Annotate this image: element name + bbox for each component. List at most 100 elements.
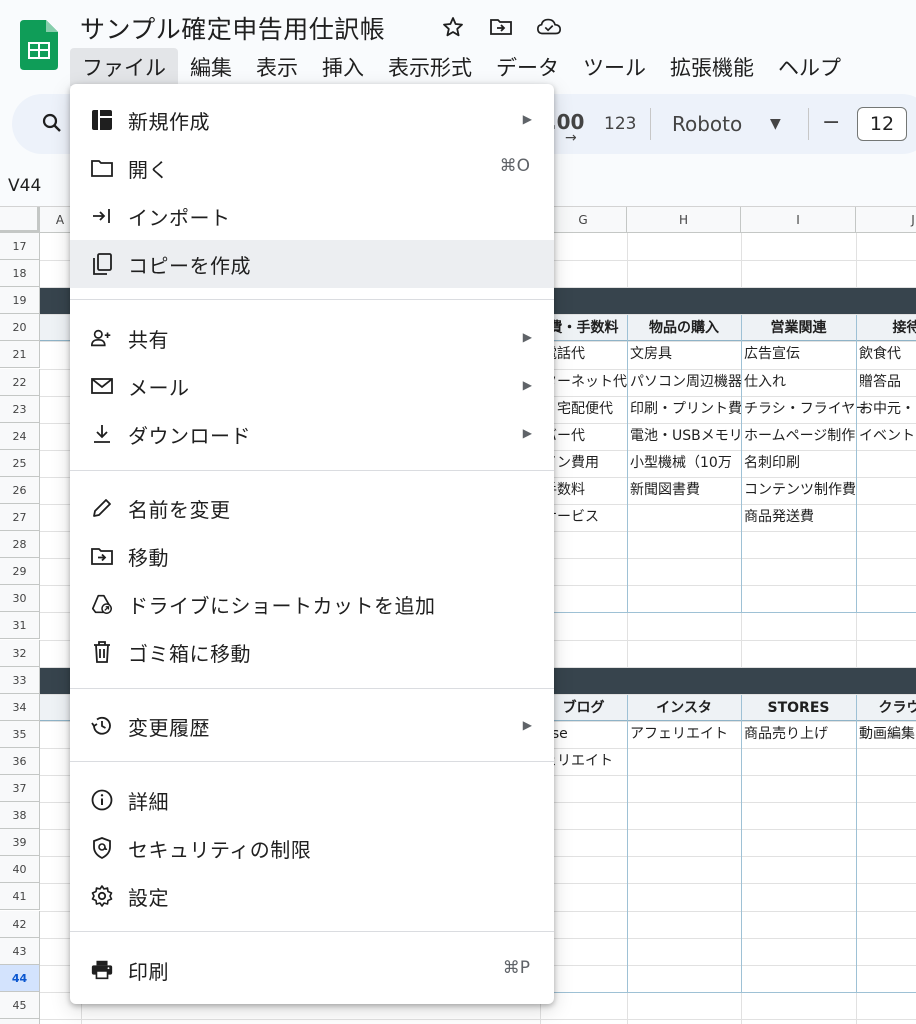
row-header[interactable]: 25 — [0, 449, 40, 477]
category-header-cell[interactable]: 物品の購入 — [627, 315, 741, 341]
row-header[interactable]: 21 — [0, 341, 40, 369]
category-header-cell[interactable]: STORES — [741, 695, 856, 721]
menu-item-move[interactable]: 移動 — [70, 532, 554, 580]
menu-extensions[interactable]: 拡張機能 — [658, 48, 766, 86]
submenu-arrow-icon: ▶ — [522, 330, 532, 344]
menu-item-rename[interactable]: 名前を変更 — [70, 484, 554, 532]
sheet-cell[interactable]: ホームページ制作 — [741, 423, 869, 450]
row-header[interactable]: 32 — [0, 639, 40, 667]
row-header[interactable]: 18 — [0, 260, 40, 288]
move-to-folder-icon[interactable] — [488, 14, 514, 40]
sheet-cell[interactable]: 飲食代 — [856, 341, 916, 368]
menu-item-import[interactable]: インポート — [70, 192, 554, 240]
menu-format[interactable]: 表示形式 — [376, 48, 484, 86]
sheet-cell[interactable]: 仕入れ — [741, 369, 856, 396]
name-box[interactable]: V44 — [8, 176, 41, 196]
menu-data[interactable]: データ — [484, 48, 571, 86]
row-header[interactable]: 22 — [0, 368, 40, 396]
menu-item-share[interactable]: 共有 ▶ — [70, 314, 554, 362]
menu-item-open[interactable]: 開く ⌘O — [70, 144, 554, 192]
menu-file[interactable]: ファイル — [70, 48, 178, 86]
sheet-cell[interactable]: お中元・ — [856, 396, 916, 423]
row-header[interactable]: 41 — [0, 883, 40, 911]
font-family-select[interactable]: Roboto — [672, 112, 742, 136]
more-formats-button[interactable]: 123 — [604, 114, 636, 134]
category-header-cell[interactable]: 営業関連 — [741, 315, 856, 341]
row-header[interactable]: 27 — [0, 504, 40, 531]
sheet-cell[interactable]: 商品売り上げ — [741, 721, 856, 748]
row-header[interactable]: 34 — [0, 693, 40, 721]
menu-item-settings[interactable]: 設定 — [70, 872, 554, 920]
category-header-cell[interactable]: インスタ — [627, 695, 741, 721]
document-title[interactable]: サンプル確定申告用仕訳帳 — [80, 10, 385, 46]
menu-item-label: インポート — [128, 206, 231, 230]
sheet-cell[interactable]: 小型機械（10万 — [627, 450, 741, 477]
sheets-logo-icon[interactable] — [20, 20, 58, 70]
sheet-cell[interactable]: 電池・USBメモリ — [627, 423, 741, 450]
sheet-cell[interactable]: 広告宣伝 — [741, 341, 856, 368]
font-size-input[interactable]: 12 — [857, 107, 907, 141]
row-header[interactable]: 40 — [0, 856, 40, 884]
sheet-cell[interactable]: 名刺印刷 — [741, 450, 856, 477]
row-header[interactable]: 26 — [0, 476, 40, 504]
row-header[interactable]: 20 — [0, 314, 40, 342]
sheet-cell[interactable]: 動画編集 — [856, 721, 916, 748]
menu-item-move-to-trash[interactable]: ゴミ箱に移動 — [70, 628, 554, 676]
sheet-cell[interactable]: チラシ・フライヤー — [741, 396, 869, 423]
column-header-j[interactable]: J — [856, 207, 916, 233]
row-header[interactable]: 24 — [0, 422, 40, 450]
menu-item-details[interactable]: 詳細 — [70, 776, 554, 824]
menu-item-add-drive-shortcut[interactable]: ドライブにショートカットを追加 — [70, 580, 554, 628]
select-all-corner[interactable] — [0, 207, 40, 233]
category-header-cell[interactable]: 接待交 — [856, 315, 916, 341]
row-header[interactable]: 29 — [0, 558, 40, 586]
menu-item-security-limitations[interactable]: セキュリティの制限 — [70, 824, 554, 872]
row-header[interactable]: 23 — [0, 395, 40, 423]
star-icon[interactable] — [440, 14, 466, 40]
row-header[interactable]: 17 — [0, 233, 40, 260]
menu-edit[interactable]: 編集 — [178, 48, 244, 86]
row-header[interactable]: 45 — [0, 991, 40, 1019]
menu-help[interactable]: ヘルプ — [766, 48, 853, 86]
category-header-cell[interactable]: クラウドワ — [856, 695, 916, 721]
caret-down-icon[interactable]: ▼ — [770, 116, 781, 132]
column-header-i[interactable]: I — [741, 207, 856, 233]
row-header[interactable]: 39 — [0, 829, 40, 857]
row-header[interactable]: 37 — [0, 775, 40, 802]
row-header[interactable]: 19 — [0, 287, 40, 315]
decrease-font-size-button[interactable]: − — [822, 110, 840, 135]
menu-insert[interactable]: 挿入 — [310, 48, 376, 86]
row-header[interactable]: 38 — [0, 802, 40, 830]
menu-tools[interactable]: ツール — [571, 48, 658, 86]
row-header[interactable]: 42 — [0, 910, 40, 938]
row-header[interactable]: 31 — [0, 612, 40, 640]
row-header[interactable]: 30 — [0, 585, 40, 613]
menu-item-version-history[interactable]: 変更履歴 ▶ — [70, 702, 554, 750]
cloud-saved-icon[interactable] — [536, 14, 562, 40]
sheet-cell[interactable]: 商品発送費 — [741, 504, 856, 531]
sheet-cell[interactable]: アフェリエイト — [627, 721, 741, 748]
cell-border — [741, 694, 742, 992]
menu-item-download[interactable]: ダウンロード ▶ — [70, 410, 554, 458]
menu-item-make-copy[interactable]: コピーを作成 — [70, 240, 554, 288]
sheet-cell[interactable]: 文房具 — [627, 341, 741, 368]
sheet-cell[interactable]: 贈答品 — [856, 369, 916, 396]
sheet-cell[interactable]: イベント — [856, 423, 916, 450]
row-header[interactable]: 36 — [0, 747, 40, 775]
row-header[interactable]: 43 — [0, 937, 40, 965]
sheet-cell[interactable]: 印刷・プリント費 — [627, 396, 741, 423]
menu-item-new[interactable]: 新規作成 ▶ — [70, 96, 554, 144]
sheet-cell[interactable]: パソコン周辺機器 — [627, 369, 741, 396]
row-header[interactable]: 35 — [0, 720, 40, 748]
column-header-h[interactable]: H — [627, 207, 741, 233]
row-header[interactable]: 33 — [0, 666, 40, 694]
row-header[interactable]: 28 — [0, 531, 40, 559]
menu-item-print[interactable]: 印刷 ⌘P — [70, 946, 554, 994]
row-header[interactable]: 46 — [0, 1018, 40, 1024]
search-menus-icon[interactable] — [40, 111, 64, 135]
menu-view[interactable]: 表示 — [244, 48, 310, 86]
sheet-cell[interactable]: 新聞図書費 — [627, 477, 741, 504]
row-header[interactable]: 44 — [0, 964, 40, 992]
sheet-cell[interactable]: コンテンツ制作費 — [741, 477, 869, 504]
menu-item-email[interactable]: メール ▶ — [70, 362, 554, 410]
